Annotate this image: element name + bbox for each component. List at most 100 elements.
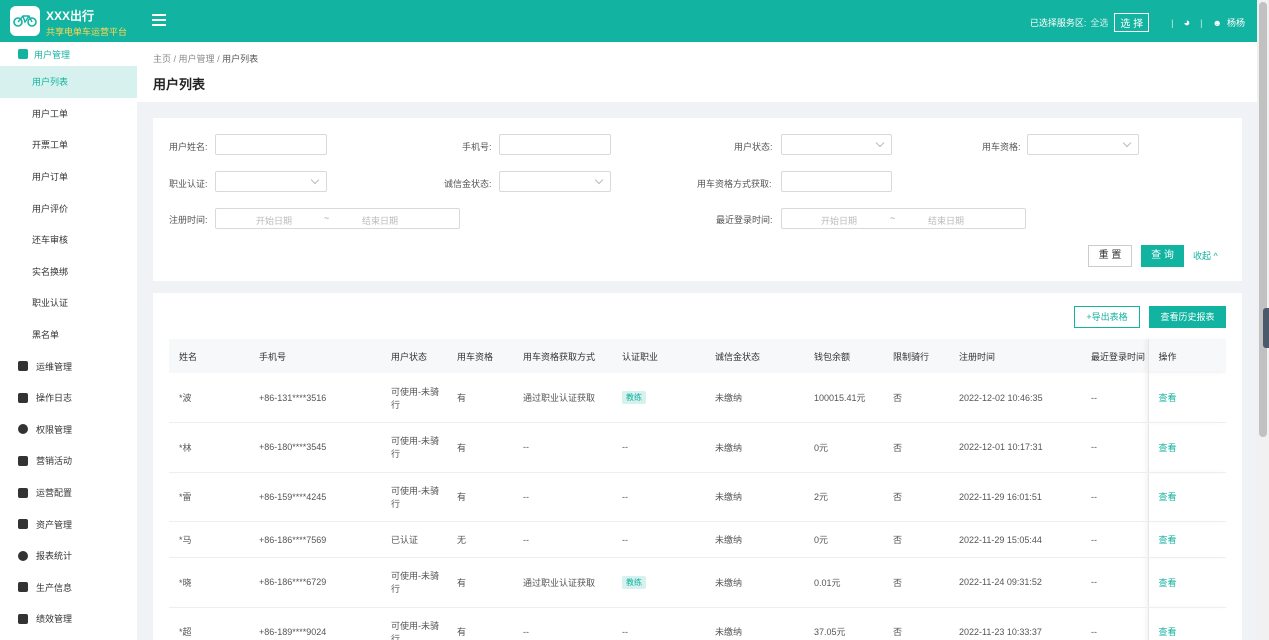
reg-time-range[interactable]: 开始日期 ~ 结束日期 — [215, 208, 460, 229]
header-right: 已选择服务区: 全选 选 择 | ◕ | ☻ 杨杨 — [1030, 13, 1245, 32]
scrollbar-thumb[interactable] — [1259, 2, 1267, 437]
start-date-placeholder: 开始日期 — [821, 216, 858, 226]
user-name-input[interactable] — [215, 134, 327, 155]
sidebar-main-label: 操作日志 — [36, 393, 73, 404]
cell-login: -- — [1081, 557, 1148, 608]
bike-config-icon — [18, 487, 28, 498]
globe-icon[interactable]: ◕ — [1184, 17, 1191, 29]
col-header: 姓名 — [179, 351, 198, 362]
job-tag: 教练 — [622, 575, 646, 589]
sidebar-item-blacklist[interactable]: 黑名单 — [0, 319, 137, 351]
cell-op: 查看 — [1147, 607, 1226, 640]
cell-limit: 否 — [883, 472, 949, 522]
sidebar-item-user-reviews[interactable]: 用户评价 — [0, 192, 137, 224]
sidebar-item-reports[interactable]: 报表统计 — [0, 540, 137, 572]
sidebar-group-user-management[interactable]: 用户管理 — [0, 42, 137, 66]
end-date-placeholder: 结束日期 — [362, 216, 399, 226]
breadcrumb: 主页 / 用户管理 / 用户列表 — [153, 52, 258, 65]
history-report-button[interactable]: 查看历史报表 — [1149, 306, 1226, 328]
sidebar-main-label: 运营配置 — [36, 488, 73, 499]
sidebar-item-permissions[interactable]: 权限管理 — [0, 414, 137, 446]
export-button[interactable]: +导出表格 — [1074, 306, 1140, 328]
logo — [10, 6, 40, 36]
cell-phone: +86-159****4245 — [249, 472, 381, 522]
view-link[interactable]: 查看 — [1159, 578, 1177, 588]
view-link[interactable]: 查看 — [1159, 443, 1177, 453]
sidebar-item-return-review[interactable]: 还车审核 — [0, 224, 137, 256]
sidebar-item-occupation-auth[interactable]: 职业认证 — [0, 287, 137, 319]
user-name[interactable]: 杨杨 — [1227, 16, 1245, 29]
bike-asset-icon — [18, 519, 28, 530]
cell-job: -- — [612, 521, 705, 558]
cell-phone: +86-186****7569 — [249, 521, 381, 558]
cell-job: -- — [612, 607, 705, 640]
table-header-row: 姓名 手机号 用户状态 用车资格 用车资格获取方式 认证职业 诚信金状态 钱包余… — [169, 339, 1226, 373]
cell-balance: 37.05元 — [804, 607, 883, 640]
col-header: 手机号 — [259, 351, 287, 362]
selected-area-value: 全选 — [1090, 18, 1109, 28]
chevron-down-icon — [594, 175, 604, 185]
cell-status: 可使用-未骑行 — [381, 422, 447, 473]
filter-panel: 用户姓名: 手机号: 用户状态: 用车资格: 职业认证: 诚信金状态: 用车资格… — [153, 118, 1242, 281]
label-user-name: 用户姓名: — [169, 142, 208, 152]
sidebar-main-label: 报表统计 — [36, 551, 73, 562]
sidebar-item-performance[interactable]: 绩效管理 — [0, 603, 137, 635]
sidebar-item-op-log[interactable]: 操作日志 — [0, 382, 137, 414]
sidebar-item-user-orders[interactable]: 用户订单 — [0, 161, 137, 193]
sidebar: 用户管理 用户列表 用户工单 开票工单 用户订单 用户评价 还车审核 实名换绑 … — [0, 42, 137, 640]
cell-balance: 2元 — [804, 472, 883, 522]
occupation-select[interactable] — [215, 171, 327, 192]
view-link[interactable]: 查看 — [1159, 535, 1177, 545]
gift-icon — [18, 455, 28, 466]
col-header: 钱包余额 — [814, 351, 851, 362]
cell-name: *马 — [169, 521, 249, 558]
view-link[interactable]: 查看 — [1159, 393, 1177, 403]
sidebar-item-marketing[interactable]: 营销活动 — [0, 445, 137, 477]
col-header: 用户状态 — [391, 351, 428, 362]
last-login-range[interactable]: 开始日期 ~ 结束日期 — [781, 208, 1026, 229]
sidebar-item-user-ticket[interactable]: 用户工单 — [0, 98, 137, 130]
sidebar-item-op-config[interactable]: 运营配置 — [0, 477, 137, 509]
cell-job: 教练 — [612, 373, 705, 423]
sidebar-item-production[interactable]: 生产信息 — [0, 572, 137, 604]
breadcrumb-home[interactable]: 主页 — [153, 54, 171, 64]
car-qual-select[interactable] — [1027, 134, 1139, 155]
table-row: *超 +86-189****9024 可使用-未骑行 有 -- -- 未缴纳 3… — [169, 607, 1226, 640]
cell-limit: 否 — [883, 373, 949, 423]
phone-input[interactable] — [499, 134, 611, 155]
sidebar-item-realname-rebind[interactable]: 实名换绑 — [0, 256, 137, 288]
sidebar-main-label: 权限管理 — [36, 424, 73, 435]
cell-login: -- — [1081, 607, 1148, 640]
cell-status: 可使用-未骑行 — [381, 472, 447, 522]
breadcrumb-parent[interactable]: 用户管理 — [179, 54, 215, 64]
select-area-button[interactable]: 选 择 — [1114, 13, 1150, 32]
reset-button[interactable]: 重 置 — [1088, 245, 1132, 267]
collapse-button[interactable]: 收起 ^ — [1193, 249, 1218, 262]
cell-limit: 否 — [883, 521, 949, 558]
qual-method-input[interactable] — [781, 171, 892, 192]
menu-toggle-icon[interactable] — [152, 14, 166, 26]
sidebar-item-invoice-ticket[interactable]: 开票工单 — [0, 129, 137, 161]
sidebar-item-assets[interactable]: 资产管理 — [0, 508, 137, 540]
user-status-select[interactable] — [781, 134, 892, 155]
cell-qual: 有 — [447, 557, 513, 608]
deposit-status-select[interactable] — [499, 171, 611, 192]
label-last-login: 最近登录时间: — [716, 215, 773, 225]
sidebar-item-user-list[interactable]: 用户列表 — [0, 66, 137, 98]
floating-side-tab[interactable] — [1263, 308, 1269, 348]
cell-deposit: 未缴纳 — [705, 373, 804, 423]
col-header: 诚信金状态 — [715, 351, 761, 362]
cell-phone: +86-186****6729 — [249, 557, 381, 608]
view-link[interactable]: 查看 — [1159, 492, 1177, 502]
view-link[interactable]: 查看 — [1159, 627, 1177, 637]
sidebar-item-ops[interactable]: 运维管理 — [0, 350, 137, 382]
cell-status: 可使用-未骑行 — [381, 607, 447, 640]
cell-qual: 有 — [447, 422, 513, 473]
cell-deposit: 未缴纳 — [705, 521, 804, 558]
cell-method: 通过职业认证获取 — [513, 373, 612, 423]
cell-reg: 2022-11-29 15:05:44 — [949, 521, 1081, 558]
sidebar-main-label: 运维管理 — [36, 361, 73, 372]
cell-login: -- — [1081, 373, 1148, 423]
cell-status: 可使用-未骑行 — [381, 557, 447, 608]
query-button[interactable]: 查 询 — [1141, 245, 1184, 267]
